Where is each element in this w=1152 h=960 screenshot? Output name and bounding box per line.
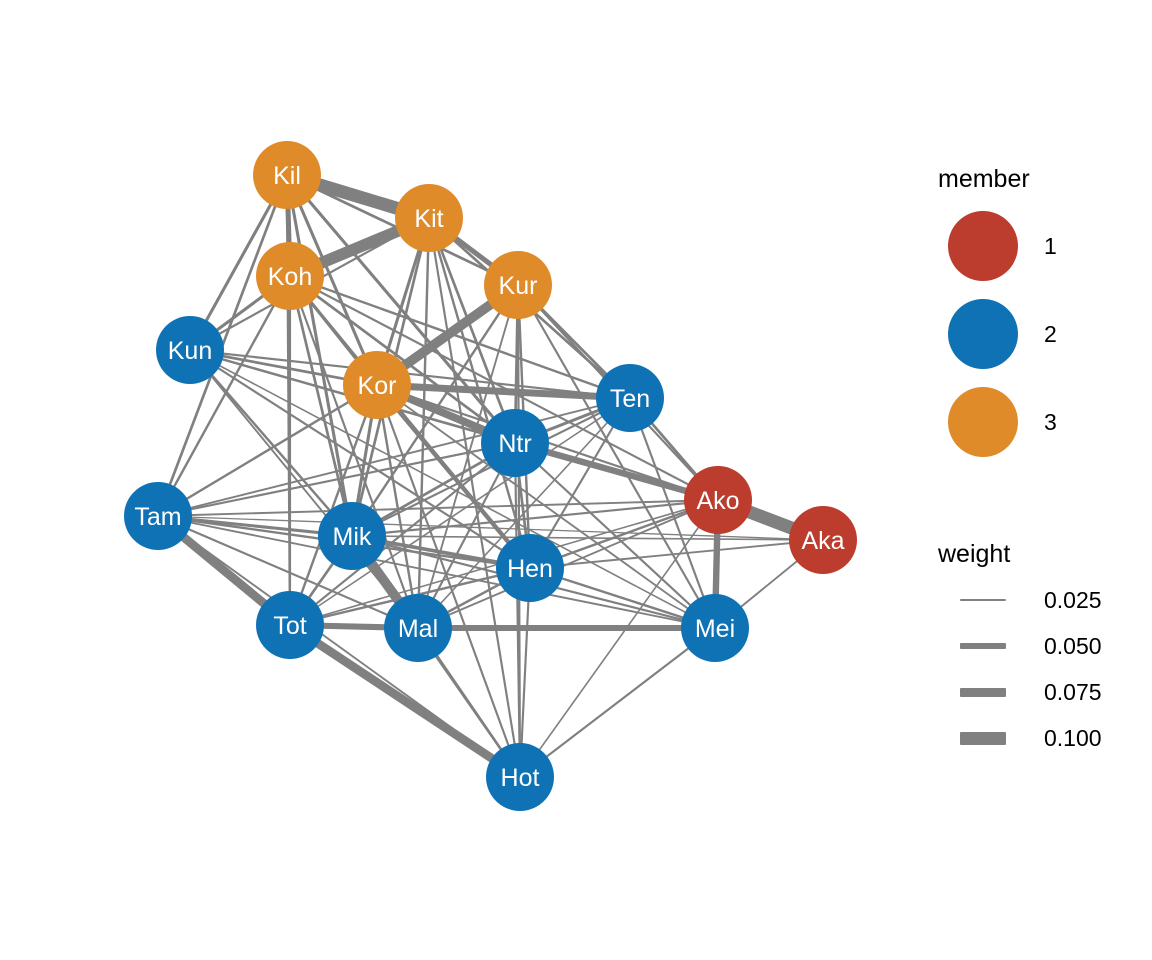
- legend-member-label: 1: [1044, 232, 1057, 259]
- graph-node[interactable]: Kil: [253, 141, 321, 209]
- graph-node[interactable]: Ntr: [481, 409, 549, 477]
- legend-weight-item[interactable]: 0.075: [900, 669, 1152, 715]
- legend-line-icon: [960, 687, 1006, 697]
- graph-node[interactable]: Mik: [318, 502, 386, 570]
- graph-node[interactable]: Mei: [681, 594, 749, 662]
- network-graph-figure: Kil Kit Koh Kur Kun Kor Ten Ntr Ako Tam Mik Aka Hen T…: [0, 0, 1152, 960]
- legend-dot-icon: [948, 211, 1018, 281]
- graph-node[interactable]: Tam: [124, 482, 192, 550]
- node-circle[interactable]: [253, 141, 321, 209]
- legend-member-item[interactable]: 3: [900, 378, 1152, 466]
- node-circle[interactable]: [156, 316, 224, 384]
- legend-weight-swatch: [938, 731, 1028, 745]
- graph-plot-area: Kil Kit Koh Kur Kun Kor Ten Ntr Ako Tam Mik Aka Hen T…: [0, 0, 900, 960]
- node-circle[interactable]: [384, 594, 452, 662]
- node-circle[interactable]: [256, 242, 324, 310]
- legend-line-icon: [960, 731, 1006, 745]
- network-graph-svg: Kil Kit Koh Kur Kun Kor Ten Ntr Ako Tam Mik Aka Hen T…: [124, 141, 857, 811]
- legend-member-swatch: [938, 387, 1028, 457]
- legend-dot-icon: [948, 299, 1018, 369]
- graph-edge: [156, 275, 292, 517]
- legend-weight-label: 0.025: [1044, 586, 1102, 613]
- legend-weight-rows: 0.025 0.050 0.075 0.100: [900, 577, 1152, 761]
- graph-node[interactable]: Tot: [256, 591, 324, 659]
- node-circle[interactable]: [496, 534, 564, 602]
- node-circle[interactable]: [486, 743, 554, 811]
- legend-weight-title: weight: [938, 540, 1011, 568]
- graph-node[interactable]: Kit: [395, 184, 463, 252]
- graph-node[interactable]: Ako: [684, 466, 752, 534]
- graph-node[interactable]: Hot: [486, 743, 554, 811]
- legend-member-label: 2: [1044, 320, 1057, 347]
- graph-node[interactable]: Mal: [384, 594, 452, 662]
- legend-member: member 1 2 3: [900, 165, 1152, 466]
- node-circle[interactable]: [124, 482, 192, 550]
- legend-member-swatch: [938, 299, 1028, 369]
- node-circle[interactable]: [256, 591, 324, 659]
- node-layer: Kil Kit Koh Kur Kun Kor Ten Ntr Ako Tam Mik Aka Hen T…: [124, 141, 857, 811]
- node-circle[interactable]: [481, 409, 549, 477]
- legend-weight-label: 0.100: [1044, 724, 1102, 751]
- legend-line-icon: [960, 643, 1006, 649]
- legend-line-icon: [960, 599, 1006, 601]
- legend-weight-swatch: [938, 687, 1028, 697]
- node-circle[interactable]: [596, 364, 664, 432]
- graph-node[interactable]: Kur: [484, 251, 552, 319]
- node-circle[interactable]: [684, 466, 752, 534]
- legend-weight: weight 0.025 0.050 0.075 0.100: [900, 540, 1152, 761]
- node-circle[interactable]: [681, 594, 749, 662]
- node-circle[interactable]: [343, 351, 411, 419]
- node-circle[interactable]: [318, 502, 386, 570]
- legend-member-label: 3: [1044, 408, 1057, 435]
- node-circle[interactable]: [789, 506, 857, 574]
- graph-node[interactable]: Hen: [496, 534, 564, 602]
- legend-weight-label: 0.075: [1044, 678, 1102, 705]
- graph-node[interactable]: Ten: [596, 364, 664, 432]
- legend-weight-item[interactable]: 0.050: [900, 623, 1152, 669]
- legend-dot-icon: [948, 387, 1018, 457]
- legend-member-swatch: [938, 211, 1028, 281]
- graph-node[interactable]: Kun: [156, 316, 224, 384]
- legend-weight-swatch: [938, 643, 1028, 649]
- node-circle[interactable]: [395, 184, 463, 252]
- graph-node[interactable]: Kor: [343, 351, 411, 419]
- legend-member-title: member: [938, 165, 1030, 193]
- graph-node[interactable]: Koh: [256, 242, 324, 310]
- node-circle[interactable]: [484, 251, 552, 319]
- graph-node[interactable]: Aka: [789, 506, 857, 574]
- legend-member-item[interactable]: 1: [900, 202, 1152, 290]
- legend-member-rows: 1 2 3: [900, 202, 1152, 466]
- graph-edge: [519, 627, 716, 778]
- legend-member-item[interactable]: 2: [900, 290, 1152, 378]
- legend-weight-label: 0.050: [1044, 632, 1102, 659]
- legend-weight-swatch: [938, 599, 1028, 601]
- legend-weight-item[interactable]: 0.100: [900, 715, 1152, 761]
- legend-weight-item[interactable]: 0.025: [900, 577, 1152, 623]
- legend-panel: member 1 2 3 weight 0.025 0.050 0.075 0.100: [900, 0, 1152, 960]
